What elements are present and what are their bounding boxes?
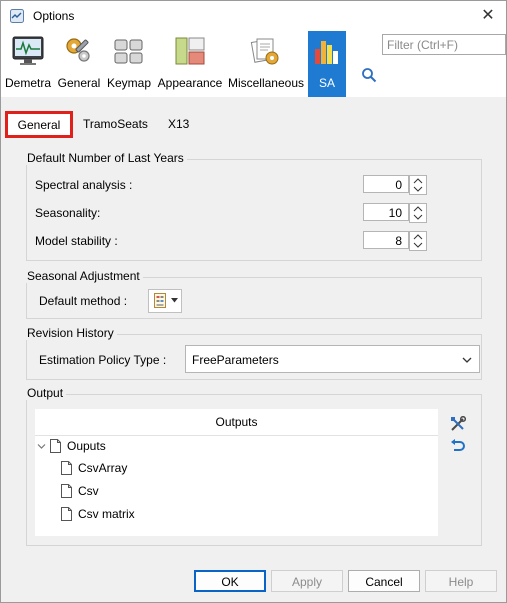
estimation-policy-label: Estimation Policy Type : <box>39 353 167 367</box>
tree-item-csv-matrix[interactable]: Csv matrix <box>78 504 135 524</box>
specification-icon <box>154 293 166 308</box>
category-label: General <box>57 76 101 90</box>
default-years-group: Default Number of Last Years Spectral an… <box>25 151 482 261</box>
dropdown-arrow-icon <box>171 298 178 303</box>
document-icon <box>61 461 72 475</box>
tab-bar: General TramoSeats X13 <box>1 107 506 141</box>
seasonal-adjustment-group: Seasonal Adjustment Default method : <box>25 269 482 319</box>
model-stability-spinner[interactable]: 8 <box>363 231 427 251</box>
category-label: Appearance <box>157 76 223 90</box>
app-icon <box>10 9 24 23</box>
undo-icon[interactable] <box>450 438 466 454</box>
tab-label: General <box>17 118 61 132</box>
estimation-policy-dropdown[interactable]: FreeParameters <box>185 345 480 373</box>
tree-item-csv[interactable]: Csv <box>78 481 99 501</box>
help-button[interactable]: Help <box>425 570 497 592</box>
group-title: Revision History <box>25 326 117 340</box>
color-panels-icon <box>175 37 205 65</box>
tree-root-item[interactable]: Ouputs <box>67 436 106 456</box>
monitor-chart-icon <box>12 36 44 65</box>
spectral-analysis-spinner[interactable]: 0 <box>363 175 427 195</box>
apply-button[interactable]: Apply <box>271 570 343 592</box>
ok-button[interactable]: OK <box>194 570 266 592</box>
category-label: Miscellaneous <box>227 76 305 90</box>
spinner-arrows-icon[interactable] <box>409 203 427 223</box>
outputs-tree[interactable]: Outputs Ouputs CsvArray Csv Csv matrix <box>35 409 438 536</box>
category-label: Keymap <box>106 76 152 90</box>
category-demetra[interactable]: Demetra <box>1 31 55 97</box>
category-sa[interactable]: SA <box>308 31 346 97</box>
window-title: Options <box>33 9 75 23</box>
document-icon <box>61 484 72 498</box>
seasonality-label: Seasonality: <box>35 206 101 220</box>
spinner-arrows-icon[interactable] <box>409 175 427 195</box>
general-panel: Default Number of Last Years Spectral an… <box>9 140 499 557</box>
category-label: SA <box>318 76 335 90</box>
category-miscellaneous[interactable]: Miscellaneous <box>226 31 306 97</box>
spinner-arrows-icon[interactable] <box>409 231 427 251</box>
tab-label: X13 <box>168 117 190 131</box>
estimation-policy-value: FreeParameters <box>192 353 279 367</box>
spinner-value[interactable]: 10 <box>363 203 409 221</box>
group-title: Output <box>25 386 67 400</box>
documents-gear-icon <box>250 38 279 65</box>
seasonality-spinner[interactable]: 10 <box>363 203 427 223</box>
spectral-analysis-label: Spectral analysis : <box>35 178 133 192</box>
chevron-down-icon <box>462 357 472 363</box>
bar-chart-icon <box>315 41 338 64</box>
group-title: Seasonal Adjustment <box>25 269 143 283</box>
default-method-selector[interactable] <box>148 289 182 313</box>
tab-label: TramoSeats <box>83 117 148 131</box>
close-button[interactable]: ✕ <box>470 1 506 31</box>
category-keymap[interactable]: Keymap <box>104 31 154 97</box>
title-bar: Options ✕ <box>1 1 506 31</box>
category-general[interactable]: General <box>56 31 102 97</box>
close-icon[interactable]: ✕ <box>481 7 494 24</box>
search-icon <box>362 68 377 83</box>
filter-input[interactable] <box>382 34 506 55</box>
tools-icon[interactable] <box>450 416 466 432</box>
gears-wrench-icon <box>66 38 90 62</box>
group-title: Default Number of Last Years <box>25 151 187 165</box>
spinner-value[interactable]: 0 <box>363 175 409 193</box>
model-stability-label: Model stability : <box>35 234 118 248</box>
options-dialog: Options ✕ Demetra General Keymap Appeara… <box>0 0 507 603</box>
outputs-column-header: Outputs <box>35 409 438 436</box>
tree-item-csvarray[interactable]: CsvArray <box>78 458 127 478</box>
spinner-value[interactable]: 8 <box>363 231 409 249</box>
category-label: Demetra <box>4 76 51 90</box>
category-appearance[interactable]: Appearance <box>156 31 224 97</box>
revision-history-group: Revision History Estimation Policy Type … <box>25 326 482 380</box>
tab-general[interactable]: General <box>5 111 73 138</box>
output-group: Output Outputs Ouputs CsvArray Csv Csv m… <box>25 386 482 546</box>
default-method-label: Default method : <box>39 294 128 308</box>
cancel-button[interactable]: Cancel <box>348 570 420 592</box>
document-icon <box>61 507 72 521</box>
collapse-icon[interactable] <box>37 442 46 451</box>
keyboard-icon <box>114 39 143 64</box>
document-icon <box>50 439 61 453</box>
tab-x13[interactable]: X13 <box>168 113 189 135</box>
tab-tramoseats[interactable]: TramoSeats <box>83 113 148 135</box>
